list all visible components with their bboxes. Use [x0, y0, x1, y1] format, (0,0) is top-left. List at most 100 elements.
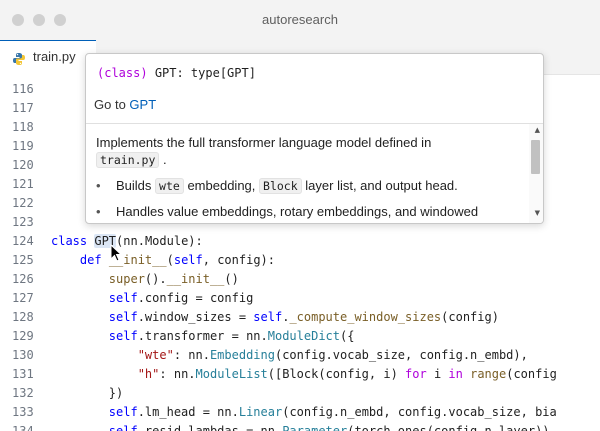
code-line[interactable]: 124 class GPT(nn.Module):: [0, 232, 600, 251]
code-token: self: [108, 424, 138, 431]
line-number: 122: [12, 196, 34, 210]
code-token: .config = config: [137, 291, 254, 305]
code-token: Embedding: [209, 348, 275, 362]
code-token: : nn.: [159, 367, 196, 381]
hover-signature: (class) GPT: type[GPT]: [97, 66, 256, 80]
bullet-icon: •: [96, 178, 101, 193]
code-line[interactable]: 130 "wte": nn.Embedding(config.vocab_siz…: [0, 346, 600, 365]
code-token: (): [224, 272, 239, 286]
line-number: 127: [12, 291, 34, 305]
tab-label: train.py: [33, 49, 76, 64]
line-number: 131: [12, 367, 34, 381]
code-token: __init__: [166, 272, 225, 286]
mouse-pointer-icon: [110, 244, 123, 262]
code-line[interactable]: 129 self.transformer = nn.ModuleDict({: [0, 327, 600, 346]
line-number: 124: [12, 234, 34, 248]
line-code[interactable]: }): [51, 384, 123, 403]
code-token: .window_sizes =: [137, 310, 254, 324]
hover-bullet-1: • Builds wte embedding, Block layer list,…: [96, 178, 458, 194]
line-code[interactable]: self.transformer = nn.ModuleDict({: [51, 327, 355, 346]
code-token: i: [426, 367, 449, 381]
line-code[interactable]: "wte": nn.Embedding(config.vocab_size, c…: [51, 346, 528, 365]
code-line[interactable]: 133 self.lm_head = nn.Linear(config.n_em…: [0, 403, 600, 422]
code-token: (config: [506, 367, 557, 381]
hover-bullet-2: • Handles value embeddings, rotary embedd…: [96, 204, 478, 219]
line-number: 119: [12, 139, 34, 153]
title-bar: autoresearch: [0, 0, 600, 40]
code-token: class: [51, 234, 95, 248]
python-file-icon: [12, 51, 26, 70]
line-number: 132: [12, 386, 34, 400]
symbol-signature: GPT: type[GPT]: [154, 66, 256, 80]
inline-code-block: Block: [259, 178, 302, 194]
line-code[interactable]: self.config = config: [51, 289, 254, 308]
line-number: 123: [12, 215, 34, 229]
line-number: 117: [12, 101, 34, 115]
hover-description: Implements the full transformer language…: [96, 134, 524, 169]
code-token: (nn.Module):: [116, 234, 203, 248]
code-token: (: [166, 253, 174, 267]
line-code[interactable]: self.window_sizes = self._compute_window…: [51, 308, 499, 327]
line-code[interactable]: self.resid_lambdas = nn.Parameter(torch.…: [51, 422, 550, 431]
hover-tooltip: (class) GPT: type[GPT] Go to GPT Impleme…: [85, 53, 544, 224]
code-token: (config): [441, 310, 499, 324]
code-token: Linear: [238, 405, 283, 419]
code-token: ModuleList: [195, 367, 268, 381]
line-number: 118: [12, 120, 34, 134]
goto-definition-link[interactable]: GPT: [129, 97, 156, 112]
line-number: 116: [12, 82, 34, 96]
line-number: 129: [12, 329, 34, 343]
line-code[interactable]: def __init__(self, config):: [51, 251, 275, 270]
code-token: }): [51, 386, 124, 400]
description-code: train.py: [96, 152, 160, 168]
tab-train-py[interactable]: train.py: [0, 40, 96, 75]
line-number: 126: [12, 272, 34, 286]
code-token: self: [108, 310, 138, 324]
code-line[interactable]: 127 self.config = config: [0, 289, 600, 308]
line-code[interactable]: self.lm_head = nn.Linear(config.n_embd, …: [51, 403, 557, 422]
scroll-up-icon[interactable]: ▲: [535, 126, 540, 134]
bullet-text: layer list, and output head.: [305, 178, 458, 193]
code-line[interactable]: 125 def __init__(self, config):: [0, 251, 600, 270]
scrollbar-thumb[interactable]: [531, 140, 540, 174]
scroll-down-icon[interactable]: ▼: [535, 209, 540, 217]
line-code[interactable]: super().__init__(): [51, 270, 239, 289]
line-code[interactable]: class GPT(nn.Module):: [51, 232, 203, 251]
code-token: in: [448, 367, 463, 381]
goto-definition: Go to GPT: [94, 97, 156, 112]
code-token: "h": [137, 367, 160, 381]
code-line[interactable]: 131 "h": nn.ModuleList([Block(config, i)…: [0, 365, 600, 384]
code-line[interactable]: 134 self.resid_lambdas = nn.Parameter(to…: [0, 422, 600, 431]
code-token: range: [470, 367, 507, 381]
line-code[interactable]: "h": nn.ModuleList([Block(config, i) for…: [51, 365, 557, 384]
code-line[interactable]: 132 }): [0, 384, 600, 403]
code-line[interactable]: 128 self.window_sizes = self._compute_wi…: [0, 308, 600, 327]
code-token: (torch.ones(config.n_layer)): [347, 424, 550, 431]
code-token: self: [108, 291, 138, 305]
code-line[interactable]: 126 super().__init__(): [0, 270, 600, 289]
description-end: .: [163, 152, 167, 167]
line-number: 120: [12, 158, 34, 172]
line-number: 130: [12, 348, 34, 362]
code-token: ModuleDict: [267, 329, 340, 343]
code-token: self: [173, 253, 203, 267]
code-token: self: [108, 405, 138, 419]
line-number: 125: [12, 253, 34, 267]
code-token: , config):: [202, 253, 275, 267]
hover-divider: [86, 123, 543, 124]
code-token: "wte": [137, 348, 174, 362]
line-number: 128: [12, 310, 34, 324]
line-number: 133: [12, 405, 34, 419]
code-token: super: [108, 272, 145, 286]
code-token: ([Block(config, i): [267, 367, 406, 381]
code-token: (config.n_embd, config.vocab_size, bia: [282, 405, 557, 419]
code-token: ().: [144, 272, 167, 286]
code-token: self: [108, 329, 138, 343]
